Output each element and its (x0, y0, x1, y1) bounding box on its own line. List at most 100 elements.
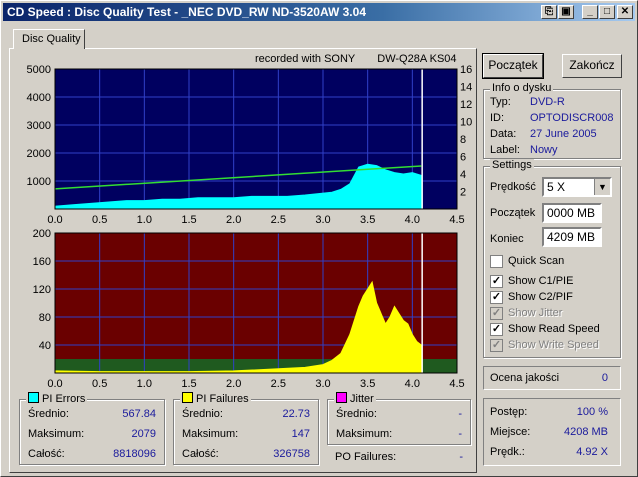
x-tick-label: 3.5 (360, 378, 375, 390)
disc-id: OPTODISCR008 (530, 112, 614, 124)
show-c2-checkbox[interactable]: ✓ (490, 291, 503, 304)
quick-scan-checkbox[interactable] (490, 255, 503, 268)
save-icon[interactable]: ▣ (558, 5, 574, 19)
pi-errors-swatch (28, 392, 39, 403)
current-speed-value: 4.92 X (576, 446, 608, 458)
pi-failures-swatch (182, 392, 193, 403)
x-tick-label: 1.5 (181, 214, 196, 226)
pi-errors-total: 8818096 (113, 448, 156, 460)
show-read-label: Show Read Speed (508, 323, 600, 335)
close-button[interactable]: ✕ (617, 5, 633, 19)
start-mb-value: 0000 MB (547, 206, 596, 220)
end-mb-input[interactable]: 4209 MB (542, 227, 602, 247)
y2-tick-label: 8 (460, 134, 466, 146)
quality-value: 0 (601, 372, 608, 384)
x-tick-label: 4.0 (405, 378, 420, 390)
start-mb-label: Początek (490, 207, 536, 219)
show-c2-label: Show C2/PIF (508, 291, 573, 303)
x-tick-label: 1.5 (181, 378, 196, 390)
y2-tick-label: 14 (460, 82, 472, 94)
jitter-avg: - (458, 408, 462, 420)
pi-failures-avg-label: Średnio: (182, 408, 223, 420)
x-tick-label: 2.0 (226, 378, 241, 390)
show-write-label: Show Write Speed (508, 339, 599, 351)
y2-tick-label: 4 (460, 169, 466, 181)
pi-failures-avg: 22.73 (282, 408, 310, 420)
progress-panel: Postęp: 100 % Miejsce: 4208 MB Prędk.: 4… (483, 398, 621, 466)
show-write-checkbox: ✓ (490, 339, 503, 352)
end-button[interactable]: Zakończ (562, 54, 622, 78)
pi-failures-total: 326758 (273, 448, 310, 460)
y-tick-label: 80 (39, 312, 51, 324)
current-speed-label: Prędk.: (490, 446, 525, 458)
x-tick-label: 3.0 (315, 214, 330, 226)
pi-failures-group: PI Failures Średnio: 22.73 Maksimum: 147… (173, 392, 319, 465)
progress-label: Postęp: (490, 406, 528, 418)
x-tick-label: 3.0 (315, 378, 330, 390)
chevron-down-icon[interactable]: ▼ (594, 179, 610, 195)
y2-tick-label: 2 (460, 187, 466, 199)
pi-errors-title: PI Errors (42, 393, 86, 405)
x-tick-label: 2.0 (226, 214, 241, 226)
y-tick-label: 120 (33, 284, 51, 296)
jitter-title: Jitter (350, 393, 374, 405)
quality-score-panel: Ocena jakości 0 (483, 366, 621, 390)
show-jitter-label: Show Jitter (508, 307, 563, 319)
disc-type-label: Typ: (490, 96, 511, 108)
end-mb-value: 4209 MB (547, 230, 596, 244)
start-mb-input[interactable]: 0000 MB (542, 203, 602, 223)
jitter-legend: Jitter (334, 392, 376, 405)
start-button-label: Początek (488, 58, 538, 72)
disc-date-label: Data: (490, 128, 517, 140)
y2-tick-label: 12 (460, 99, 472, 111)
show-c1-label: Show C1/PIE (508, 275, 574, 287)
y-tick-label: 3000 (27, 120, 51, 132)
y2-tick-label: 10 (460, 117, 472, 129)
y-tick-label: 200 (33, 228, 51, 240)
pi-errors-legend: PI Errors (26, 392, 88, 405)
pi-errors-chart: 2 4 6 8 10 12 14 16 0.0 0.5 1.0 1.5 2.0 2.5 3.0 3.5 4.0 4… (27, 64, 473, 226)
x-tick-label: 2.5 (271, 378, 286, 390)
disc-info-title: Info o dysku (490, 82, 554, 94)
disc-date: 27 June 2005 (530, 128, 597, 140)
x-tick-label: 0.5 (92, 378, 107, 390)
jitter-max: - (458, 428, 462, 440)
po-failures-label: PO Failures: (335, 451, 397, 463)
minimize-button[interactable]: _ (582, 5, 598, 19)
start-button[interactable]: Początek (482, 53, 544, 79)
jitter-avg-label: Średnio: (336, 408, 377, 420)
end-button-label: Zakończ (569, 58, 615, 72)
x-tick-label: 4.0 (405, 214, 420, 226)
pi-errors-total-label: Całość: (28, 448, 65, 460)
settings-group: Settings Prędkość 5 X ▼ Początek 0000 MB… (483, 159, 621, 358)
x-tick-label: 4.5 (449, 214, 464, 226)
tab-disc-quality[interactable]: Disc Quality (13, 29, 85, 49)
y-tick-label: 40 (39, 340, 51, 352)
jitter-group: Jitter Średnio: - Maksimum: - (327, 392, 471, 445)
speed-select[interactable]: 5 X ▼ (542, 177, 612, 197)
pi-errors-avg: 567.84 (122, 408, 156, 420)
copy-icon[interactable]: ⎘ (541, 5, 557, 19)
maximize-button[interactable]: □ (599, 5, 615, 19)
pi-failures-chart: 0.0 0.5 1.0 1.5 2.0 2.5 3.0 3.5 4.0 4.5 40 80 120 160… (33, 228, 465, 390)
x-tick-label: 0.5 (92, 214, 107, 226)
x-tick-label: 3.5 (360, 214, 375, 226)
show-c1-checkbox[interactable]: ✓ (490, 275, 503, 288)
x-tick-label: 2.5 (271, 214, 286, 226)
show-jitter-checkbox: ✓ (490, 307, 503, 320)
jitter-swatch (336, 392, 347, 403)
title-bar: CD Speed : Disc Quality Test - _NEC DVD_… (3, 3, 635, 21)
y-tick-label: 160 (33, 256, 51, 268)
pi-errors-avg-label: Średnio: (28, 408, 69, 420)
jitter-max-label: Maksimum: (336, 428, 393, 440)
pi-failures-total-label: Całość: (182, 448, 219, 460)
x-tick-label: 4.5 (449, 378, 464, 390)
show-read-checkbox[interactable]: ✓ (490, 323, 503, 336)
disc-label: Nowy (530, 144, 558, 156)
tab-label: Disc Quality (22, 33, 81, 45)
pi-errors-group: PI Errors Średnio: 567.84 Maksimum: 2079… (19, 392, 165, 465)
pi-errors-max-label: Maksimum: (28, 428, 85, 440)
po-failures-value: - (459, 451, 463, 463)
pi-errors-max: 2079 (131, 428, 156, 440)
pi-failures-max-label: Maksimum: (182, 428, 239, 440)
